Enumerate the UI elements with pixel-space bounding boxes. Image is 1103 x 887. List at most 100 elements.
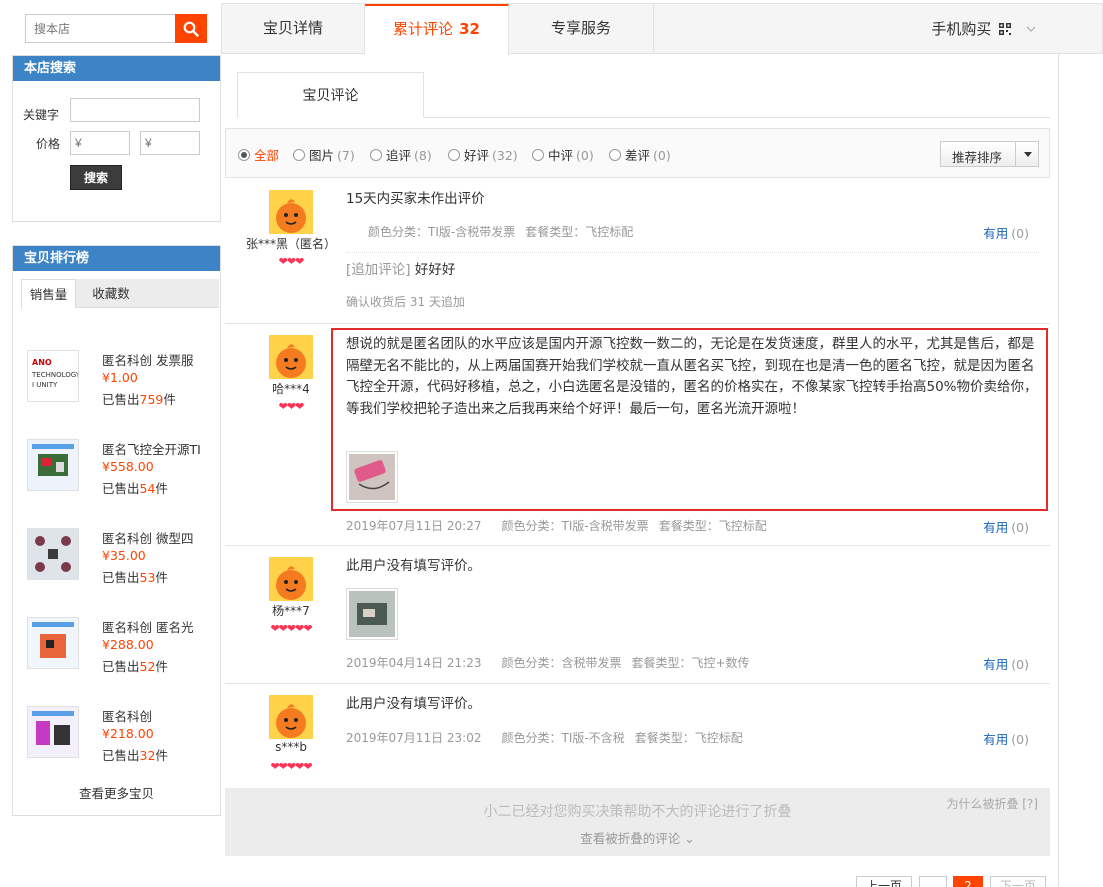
shop-search-panel: 本店搜索 关键字 价格 搜索 bbox=[12, 55, 221, 222]
review-meta: 颜色分类：TI版-含税带发票 套餐类型：飞控标配 bbox=[368, 225, 634, 239]
mobile-buy-label: 手机购买 bbox=[931, 20, 992, 38]
useful-button[interactable]: 有用 (0) bbox=[983, 729, 1029, 748]
reviews-count: 32 bbox=[459, 20, 480, 38]
shop-search-bar bbox=[25, 14, 207, 43]
useful-button[interactable]: 有用 (0) bbox=[983, 517, 1029, 536]
product-thumbnail[interactable] bbox=[27, 528, 79, 580]
reviewer-level-hearts: ❤❤❤❤❤ bbox=[270, 622, 312, 635]
next-page-button[interactable]: 下一页 bbox=[990, 876, 1046, 887]
keyword-label: 关键字 bbox=[23, 108, 60, 122]
product-price: ¥218.00 bbox=[102, 726, 154, 741]
tab-reviews[interactable]: 累计评论 32 bbox=[365, 4, 509, 55]
followup-review: [追加评论] 好好好 bbox=[346, 262, 456, 278]
product-thumbnail[interactable]: ANO TECHNOLOGY I UNITY bbox=[27, 350, 79, 402]
filter-images[interactable]: 图片 (7) bbox=[293, 145, 355, 164]
content-right-border bbox=[1058, 54, 1059, 887]
sort-dropdown[interactable]: 推荐排序 bbox=[940, 141, 1039, 167]
product-thumbnail[interactable] bbox=[27, 706, 79, 758]
ranking-item[interactable]: 匿名飞控全开源TI ¥558.00 已售出54件 bbox=[27, 439, 217, 519]
review-filter-bar: 全部 图片 (7) 追评 (8) 好评 (32) 中评 (0) 差评 (0) 推荐排序 bbox=[225, 128, 1050, 178]
caret-down-icon bbox=[1024, 152, 1032, 157]
more-products-link[interactable]: 查看更多宝贝 bbox=[13, 783, 220, 802]
tab-favorites[interactable]: 收藏数 bbox=[83, 279, 139, 308]
ranking-item[interactable]: 匿名科创 ¥218.00 已售出32件 bbox=[27, 706, 217, 786]
review-item: 张***黑（匿名） ❤❤❤ 15天内买家未作出评价 颜色分类：TI版-含税带发票… bbox=[225, 178, 1050, 324]
sort-label: 推荐排序 bbox=[952, 150, 1003, 165]
folded-message: 小二已经对您购买决策帮助不大的评论进行了折叠 bbox=[483, 804, 792, 820]
tab-product-details[interactable]: 宝贝详情 bbox=[222, 4, 365, 54]
product-sold: 已售出53件 bbox=[102, 570, 168, 585]
product-name[interactable]: 匿名飞控全开源TI bbox=[102, 439, 214, 458]
ranking-tabs: 销售量 收藏数 bbox=[21, 279, 219, 309]
radio bbox=[448, 149, 460, 161]
filter-all[interactable]: 全部 bbox=[238, 145, 279, 164]
price-min-input[interactable] bbox=[70, 131, 130, 155]
product-name[interactable]: 匿名科创 微型四 bbox=[102, 528, 214, 547]
product-sold: 已售出52件 bbox=[102, 659, 168, 674]
product-price: ¥288.00 bbox=[102, 637, 154, 652]
reviewer-level-hearts: ❤❤❤ bbox=[278, 255, 305, 268]
price-label: 价格 bbox=[36, 137, 61, 151]
review-meta: 2019年04月14日 21:23 颜色分类：含税带发票 套餐类型：飞控+数传 bbox=[346, 656, 750, 670]
current-page[interactable]: 2 bbox=[953, 876, 983, 887]
review-text: 此用户没有填写评价。 bbox=[346, 696, 481, 712]
radio bbox=[609, 149, 621, 161]
radio bbox=[532, 149, 544, 161]
filter-positive[interactable]: 好评 (32) bbox=[448, 145, 518, 164]
product-name[interactable]: 匿名科创 匿名光 bbox=[102, 617, 214, 636]
product-thumbnail[interactable] bbox=[27, 439, 79, 491]
highlight-box bbox=[331, 328, 1048, 511]
review-item: s***b ❤❤❤❤❤ 此用户没有填写评价。 2019年07月11日 23:02… bbox=[225, 684, 1050, 788]
useful-button[interactable]: 有用 (0) bbox=[983, 223, 1029, 242]
shop-search-button[interactable]: 搜索 bbox=[70, 165, 122, 190]
reviewer-level-hearts: ❤❤❤❤❤ bbox=[270, 760, 312, 773]
product-name[interactable]: 匿名科创 bbox=[102, 706, 214, 725]
product-sold: 已售出32件 bbox=[102, 748, 168, 763]
review-photo[interactable] bbox=[346, 588, 398, 640]
review-meta: 2019年07月11日 20:27 颜色分类：TI版-含税带发票 套餐类型：飞控标配 bbox=[346, 519, 767, 533]
folded-reviews-panel: 小二已经对您购买决策帮助不大的评论进行了折叠 查看被折叠的评论 ⌄ 为什么被折叠… bbox=[225, 788, 1050, 856]
ranking-title: 宝贝排行榜 bbox=[13, 246, 220, 271]
keyword-input[interactable] bbox=[70, 98, 200, 122]
avatar bbox=[269, 695, 313, 739]
divider bbox=[1015, 142, 1016, 166]
product-thumbnail[interactable] bbox=[27, 617, 79, 669]
ranking-item[interactable]: 匿名科创 匿名光 ¥288.00 已售出52件 bbox=[27, 617, 217, 697]
useful-button[interactable]: 有用 (0) bbox=[983, 654, 1029, 673]
ranking-item[interactable]: 匿名科创 微型四 ¥35.00 已售出53件 bbox=[27, 528, 217, 608]
prev-page-button[interactable]: 上一页 bbox=[856, 876, 912, 887]
mobile-buy-link[interactable]: 手机购买 bbox=[931, 4, 1036, 54]
product-price: ¥558.00 bbox=[102, 459, 154, 474]
review-item: 杨***7 ❤❤❤❤❤ 此用户没有填写评价。 2019年04月14日 21:23… bbox=[225, 546, 1050, 684]
product-sold: 已售出54件 bbox=[102, 481, 168, 496]
detail-tabbar: 宝贝详情 累计评论 32 专享服务 手机购买 bbox=[221, 3, 1103, 55]
why-folded-link[interactable]: 为什么被折叠 [?] bbox=[946, 795, 1038, 812]
shop-search-input[interactable] bbox=[25, 14, 175, 43]
reviewer-name: 杨***7 bbox=[272, 604, 310, 618]
svg-text:TECHNOLOGY: TECHNOLOGY bbox=[31, 371, 78, 379]
product-name[interactable]: 匿名科创 发票服 bbox=[102, 350, 214, 369]
price-max-input[interactable] bbox=[140, 131, 200, 155]
filter-neutral[interactable]: 中评 (0) bbox=[532, 145, 594, 164]
ranking-item[interactable]: ANO TECHNOLOGY I UNITY 匿名科创 发票服 ¥1.00 已售出7… bbox=[27, 350, 217, 430]
view-folded-link[interactable]: 查看被折叠的评论 ⌄ bbox=[225, 828, 1050, 847]
product-sold: 已售出759件 bbox=[102, 392, 176, 407]
review-text: 15天内买家未作出评价 bbox=[346, 191, 485, 207]
filter-followup[interactable]: 追评 (8) bbox=[370, 145, 432, 164]
svg-text:ANO: ANO bbox=[32, 358, 52, 367]
followup-divider bbox=[346, 252, 1039, 253]
tab-reviews-label: 累计评论 bbox=[393, 20, 454, 38]
qr-code-icon bbox=[999, 23, 1012, 35]
search-button[interactable] bbox=[175, 14, 207, 43]
radio bbox=[370, 149, 382, 161]
tab-sales[interactable]: 销售量 bbox=[21, 279, 76, 309]
radio-selected bbox=[238, 149, 250, 161]
tab-product-reviews[interactable]: 宝贝评论 bbox=[237, 72, 424, 118]
shop-search-title: 本店搜索 bbox=[13, 56, 220, 81]
product-price: ¥1.00 bbox=[102, 370, 138, 385]
search-icon bbox=[183, 21, 199, 37]
filter-negative[interactable]: 差评 (0) bbox=[609, 145, 671, 164]
tab-service[interactable]: 专享服务 bbox=[509, 4, 654, 54]
page-ellipsis[interactable] bbox=[919, 876, 947, 887]
radio bbox=[293, 149, 305, 161]
